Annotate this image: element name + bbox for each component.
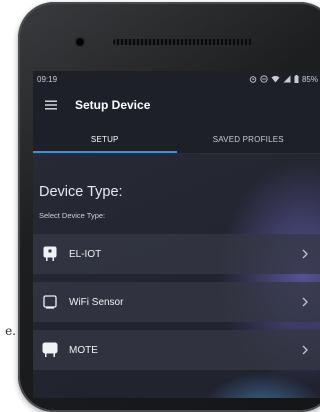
status-time: 09:19	[37, 75, 57, 84]
device-option-label: MOTE	[69, 345, 300, 356]
device-option-label: WiFi Sensor	[69, 297, 300, 308]
tab-setup[interactable]: SETUP	[33, 125, 177, 153]
menu-button[interactable]	[33, 87, 69, 123]
chevron-right-icon	[300, 344, 310, 356]
status-bar: 09:19 85%	[33, 71, 320, 87]
app-bar: Setup Device	[33, 87, 320, 123]
device-option-wifi-sensor[interactable]: WiFi Sensor	[33, 282, 320, 322]
hamburger-menu-icon	[45, 100, 57, 110]
tab-bar: SETUP SAVED PROFILES	[33, 125, 320, 153]
battery-icon	[294, 75, 299, 83]
section-subtitle: Select Device Type:	[39, 211, 105, 220]
device-icon	[41, 341, 59, 359]
app-screen: 09:19 85%	[33, 71, 320, 398]
earpiece-speaker	[113, 39, 253, 45]
status-icons: 85%	[249, 75, 318, 84]
tab-saved-profiles[interactable]: SAVED PROFILES	[177, 125, 320, 153]
alarm-icon	[249, 75, 257, 83]
do-not-disturb-icon	[260, 75, 268, 83]
chevron-right-icon	[300, 296, 310, 308]
chevron-right-icon	[300, 248, 310, 260]
device-option-el-iot[interactable]: EL-IOT	[33, 234, 320, 274]
device-option-mote[interactable]: MOTE	[33, 330, 320, 370]
tablet-icon	[41, 293, 59, 311]
page-title: Setup Device	[75, 98, 150, 112]
device-option-label: EL-IOT	[69, 249, 300, 260]
side-caption-fragment: e.	[0, 322, 16, 340]
battery-percent: 85%	[302, 75, 318, 84]
wifi-icon	[271, 75, 280, 83]
signal-icon	[283, 75, 291, 83]
front-camera	[76, 38, 84, 46]
section-title: Device Type:	[39, 184, 123, 200]
device-icon	[41, 245, 59, 263]
